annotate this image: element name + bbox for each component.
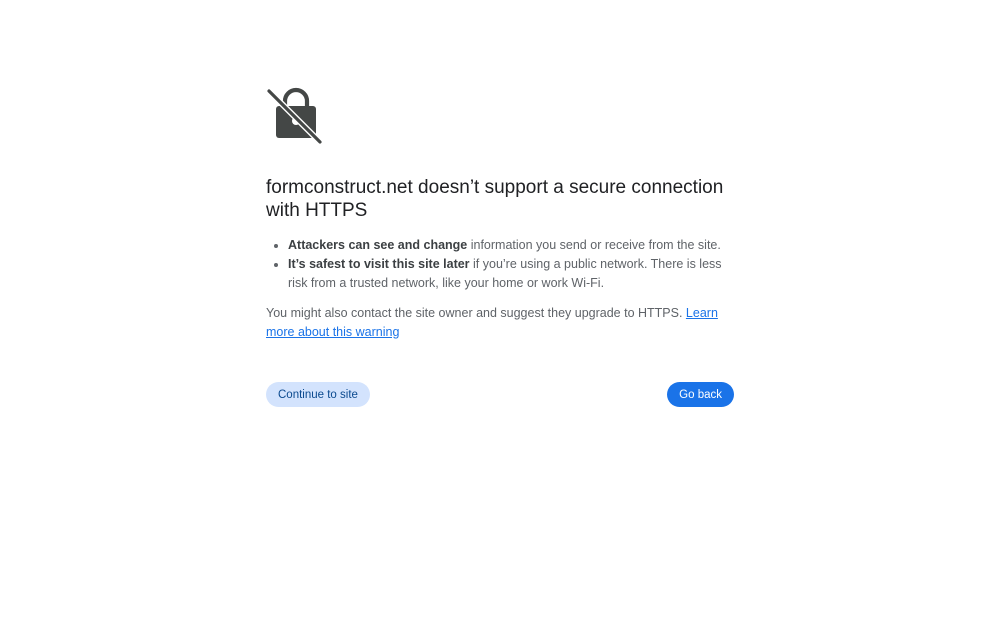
continue-to-site-button[interactable]: Continue to site [266,382,370,407]
interstitial-content: formconstruct.net doesn’t support a secu… [266,86,734,408]
page-title: formconstruct.net doesn’t support a secu… [266,177,724,221]
button-row: Continue to site Go back [266,382,734,408]
warning-item-bold: It’s safest to visit this site later [288,257,470,271]
contact-paragraph: You might also contact the site owner an… [266,304,734,342]
warning-list: Attackers can see and change information… [266,236,734,293]
warning-item: Attackers can see and change information… [288,236,734,255]
warning-item-bold: Attackers can see and change [288,238,468,252]
broken-lock-icon [266,87,323,145]
go-back-button[interactable]: Go back [667,382,734,407]
contact-text: You might also contact the site owner an… [266,306,686,320]
warning-item: It’s safest to visit this site later if … [288,255,734,293]
warning-item-text: information you send or receive from the… [467,238,721,252]
